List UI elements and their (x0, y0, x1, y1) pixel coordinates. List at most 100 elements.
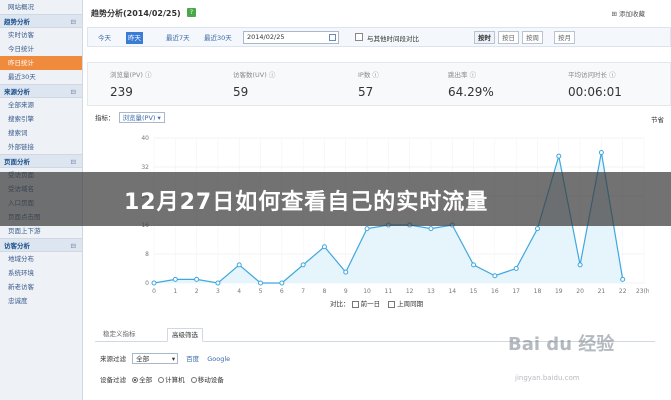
collapse-icon[interactable]: ⊟ (71, 15, 76, 29)
x-tick-label: 19 (555, 288, 563, 295)
sidebar-item-1-1[interactable]: 搜索引擎 (0, 112, 82, 126)
x-tick-label: 5 (259, 288, 263, 295)
group-button-hour[interactable]: 按时 (474, 31, 495, 44)
x-tick-label: 22 (619, 288, 627, 295)
device-filter-label: 设备过滤 (100, 376, 126, 384)
data-point (620, 276, 626, 282)
x-tick-label: 13 (427, 288, 435, 295)
sidebar-item-0-3[interactable]: 最近30天 (0, 70, 82, 84)
data-point (534, 226, 540, 232)
source-link-google[interactable]: Google (207, 355, 230, 363)
y-tick-label: 32 (141, 164, 149, 171)
data-point (215, 280, 221, 286)
collapse-icon[interactable]: ⊟ (71, 155, 76, 169)
group-button-month[interactable]: 按月 (554, 31, 575, 44)
data-point (513, 266, 519, 271)
x-tick-label: 10 (363, 288, 371, 295)
sidebar-item-overview[interactable]: 网站概况 (0, 0, 82, 14)
compare-prev-day-label: 前一日 (360, 300, 381, 308)
metric-uv: 访客数(UV) ⓘ 59 (233, 71, 276, 99)
sidebar-item-0-2[interactable]: 昨日统计 (0, 56, 82, 70)
x-tick-label: 7 (301, 288, 305, 295)
y-tick-label: 8 (145, 251, 149, 258)
sidebar-item-3-1[interactable]: 系统环境 (0, 266, 82, 280)
data-point (343, 269, 349, 275)
x-tick-label: 16 (491, 288, 499, 295)
source-link-baidu[interactable]: 百度 (186, 355, 199, 363)
date-button-7days[interactable]: 最近7天 (164, 32, 192, 44)
indicator-select[interactable]: 浏览量(PV) ▾ (118, 112, 165, 123)
data-point (172, 276, 178, 282)
compare-checkbox[interactable] (355, 33, 363, 41)
sidebar-group-3[interactable]: 访客分析 ⊟ (0, 238, 82, 252)
data-point (151, 280, 157, 286)
indicator-selected: 浏览量(PV) (122, 114, 156, 122)
sidebar-item-0-0[interactable]: 实时访客 (0, 28, 82, 42)
watermark-logo: Bai du 经验 (508, 334, 615, 355)
data-point (364, 226, 370, 232)
compare-last-week-checkbox[interactable] (388, 300, 396, 308)
help-icon[interactable]: ? (187, 8, 196, 17)
metric-avg-duration: 平均访问时长 ⓘ 00:06:01 (568, 71, 622, 99)
metrics-panel: 浏览量(PV) ⓘ 239 访客数(UV) ⓘ 59 IP数 ⓘ 57 跳出率 ⓘ 64… (87, 62, 671, 106)
source-filter-row: 来源过滤 全部 ▾ 百度 Google (100, 353, 230, 364)
data-point (556, 153, 562, 159)
x-tick-label: 23(h) (636, 288, 649, 295)
date-value: 2014/02/25 (247, 33, 285, 41)
source-filter-select[interactable]: 全部 ▾ (132, 353, 179, 364)
compare-label: 与其他时间段对比 (367, 35, 419, 43)
title-banner: 12月27日如何查看自己的实时流量 (0, 172, 671, 226)
compare-row-label: 对比： (330, 300, 350, 308)
x-tick-label: 4 (237, 288, 241, 295)
page-title: 趋势分析(2014/02/25) (91, 9, 181, 18)
device-option-computer: 计算机 (165, 376, 185, 384)
sidebar-group-1[interactable]: 来源分析 ⊟ (0, 84, 82, 98)
sidebar-group-2[interactable]: 页面分析 ⊟ (0, 154, 82, 168)
x-tick-label: 11 (385, 288, 393, 295)
compare-last-week-label: 上周同期 (397, 300, 424, 308)
tab-custom-metrics[interactable]: 稳定义指标 (99, 328, 140, 342)
watermark-url: jingyan.baidu.com (515, 374, 580, 382)
indicator-right-label: 节省 (651, 116, 664, 124)
x-tick-label: 9 (344, 288, 348, 295)
sidebar-group-0[interactable]: 趋势分析 ⊟ (0, 14, 82, 28)
add-favorite-link[interactable]: ⊞ 添加收藏 (611, 8, 645, 18)
sidebar-item-3-3[interactable]: 忠诚度 (0, 294, 82, 308)
calendar-icon[interactable] (329, 34, 336, 41)
x-tick-label: 15 (470, 288, 478, 295)
source-filter-value: 全部 (136, 355, 150, 363)
device-radio-computer[interactable] (158, 377, 165, 383)
device-radio-all[interactable] (132, 377, 139, 383)
sidebar-item-3-0[interactable]: 地域分布 (0, 252, 82, 266)
x-tick-label: 2 (195, 288, 199, 295)
date-input[interactable]: 2014/02/25 (243, 31, 339, 44)
compare-prev-day-checkbox[interactable] (351, 300, 359, 308)
date-button-yesterday[interactable]: 昨天 (126, 32, 143, 44)
banner-title: 12月27日如何查看自己的实时流量 (124, 190, 489, 215)
sidebar-item-0-1[interactable]: 今日统计 (0, 42, 82, 56)
data-point (428, 226, 434, 232)
group-button-day[interactable]: 按日 (498, 31, 519, 44)
title-row: 趋势分析(2014/02/25) ? ⊞ 添加收藏 (85, 0, 671, 24)
date-button-today[interactable]: 今天 (96, 32, 113, 44)
sidebar-item-2-4[interactable]: 页面上下游 (0, 224, 82, 238)
sidebar-item-1-0[interactable]: 全部来源 (0, 98, 82, 112)
data-point (577, 262, 583, 268)
x-tick-label: 18 (534, 288, 542, 295)
x-tick-label: 8 (323, 288, 327, 295)
device-option-mobile: 移动设备 (197, 376, 224, 384)
collapse-icon[interactable]: ⊟ (71, 239, 76, 253)
group-button-week[interactable]: 按周 (522, 31, 543, 44)
device-radio-mobile[interactable] (190, 377, 197, 383)
tab-advanced-filter[interactable]: 高级筛选 (167, 328, 203, 342)
sidebar-item-3-2[interactable]: 新老访客 (0, 280, 82, 294)
data-point (258, 280, 264, 286)
collapse-icon[interactable]: ⊟ (71, 85, 76, 99)
date-button-30days[interactable]: 最近30天 (202, 32, 234, 44)
compare-row: 对比： 前一日 上周同期 (330, 298, 423, 308)
data-point (300, 262, 306, 268)
y-tick-label: 40 (141, 135, 149, 142)
data-point (321, 244, 327, 250)
sidebar-item-1-3[interactable]: 外部链接 (0, 140, 82, 154)
sidebar-item-1-2[interactable]: 搜索词 (0, 126, 82, 140)
